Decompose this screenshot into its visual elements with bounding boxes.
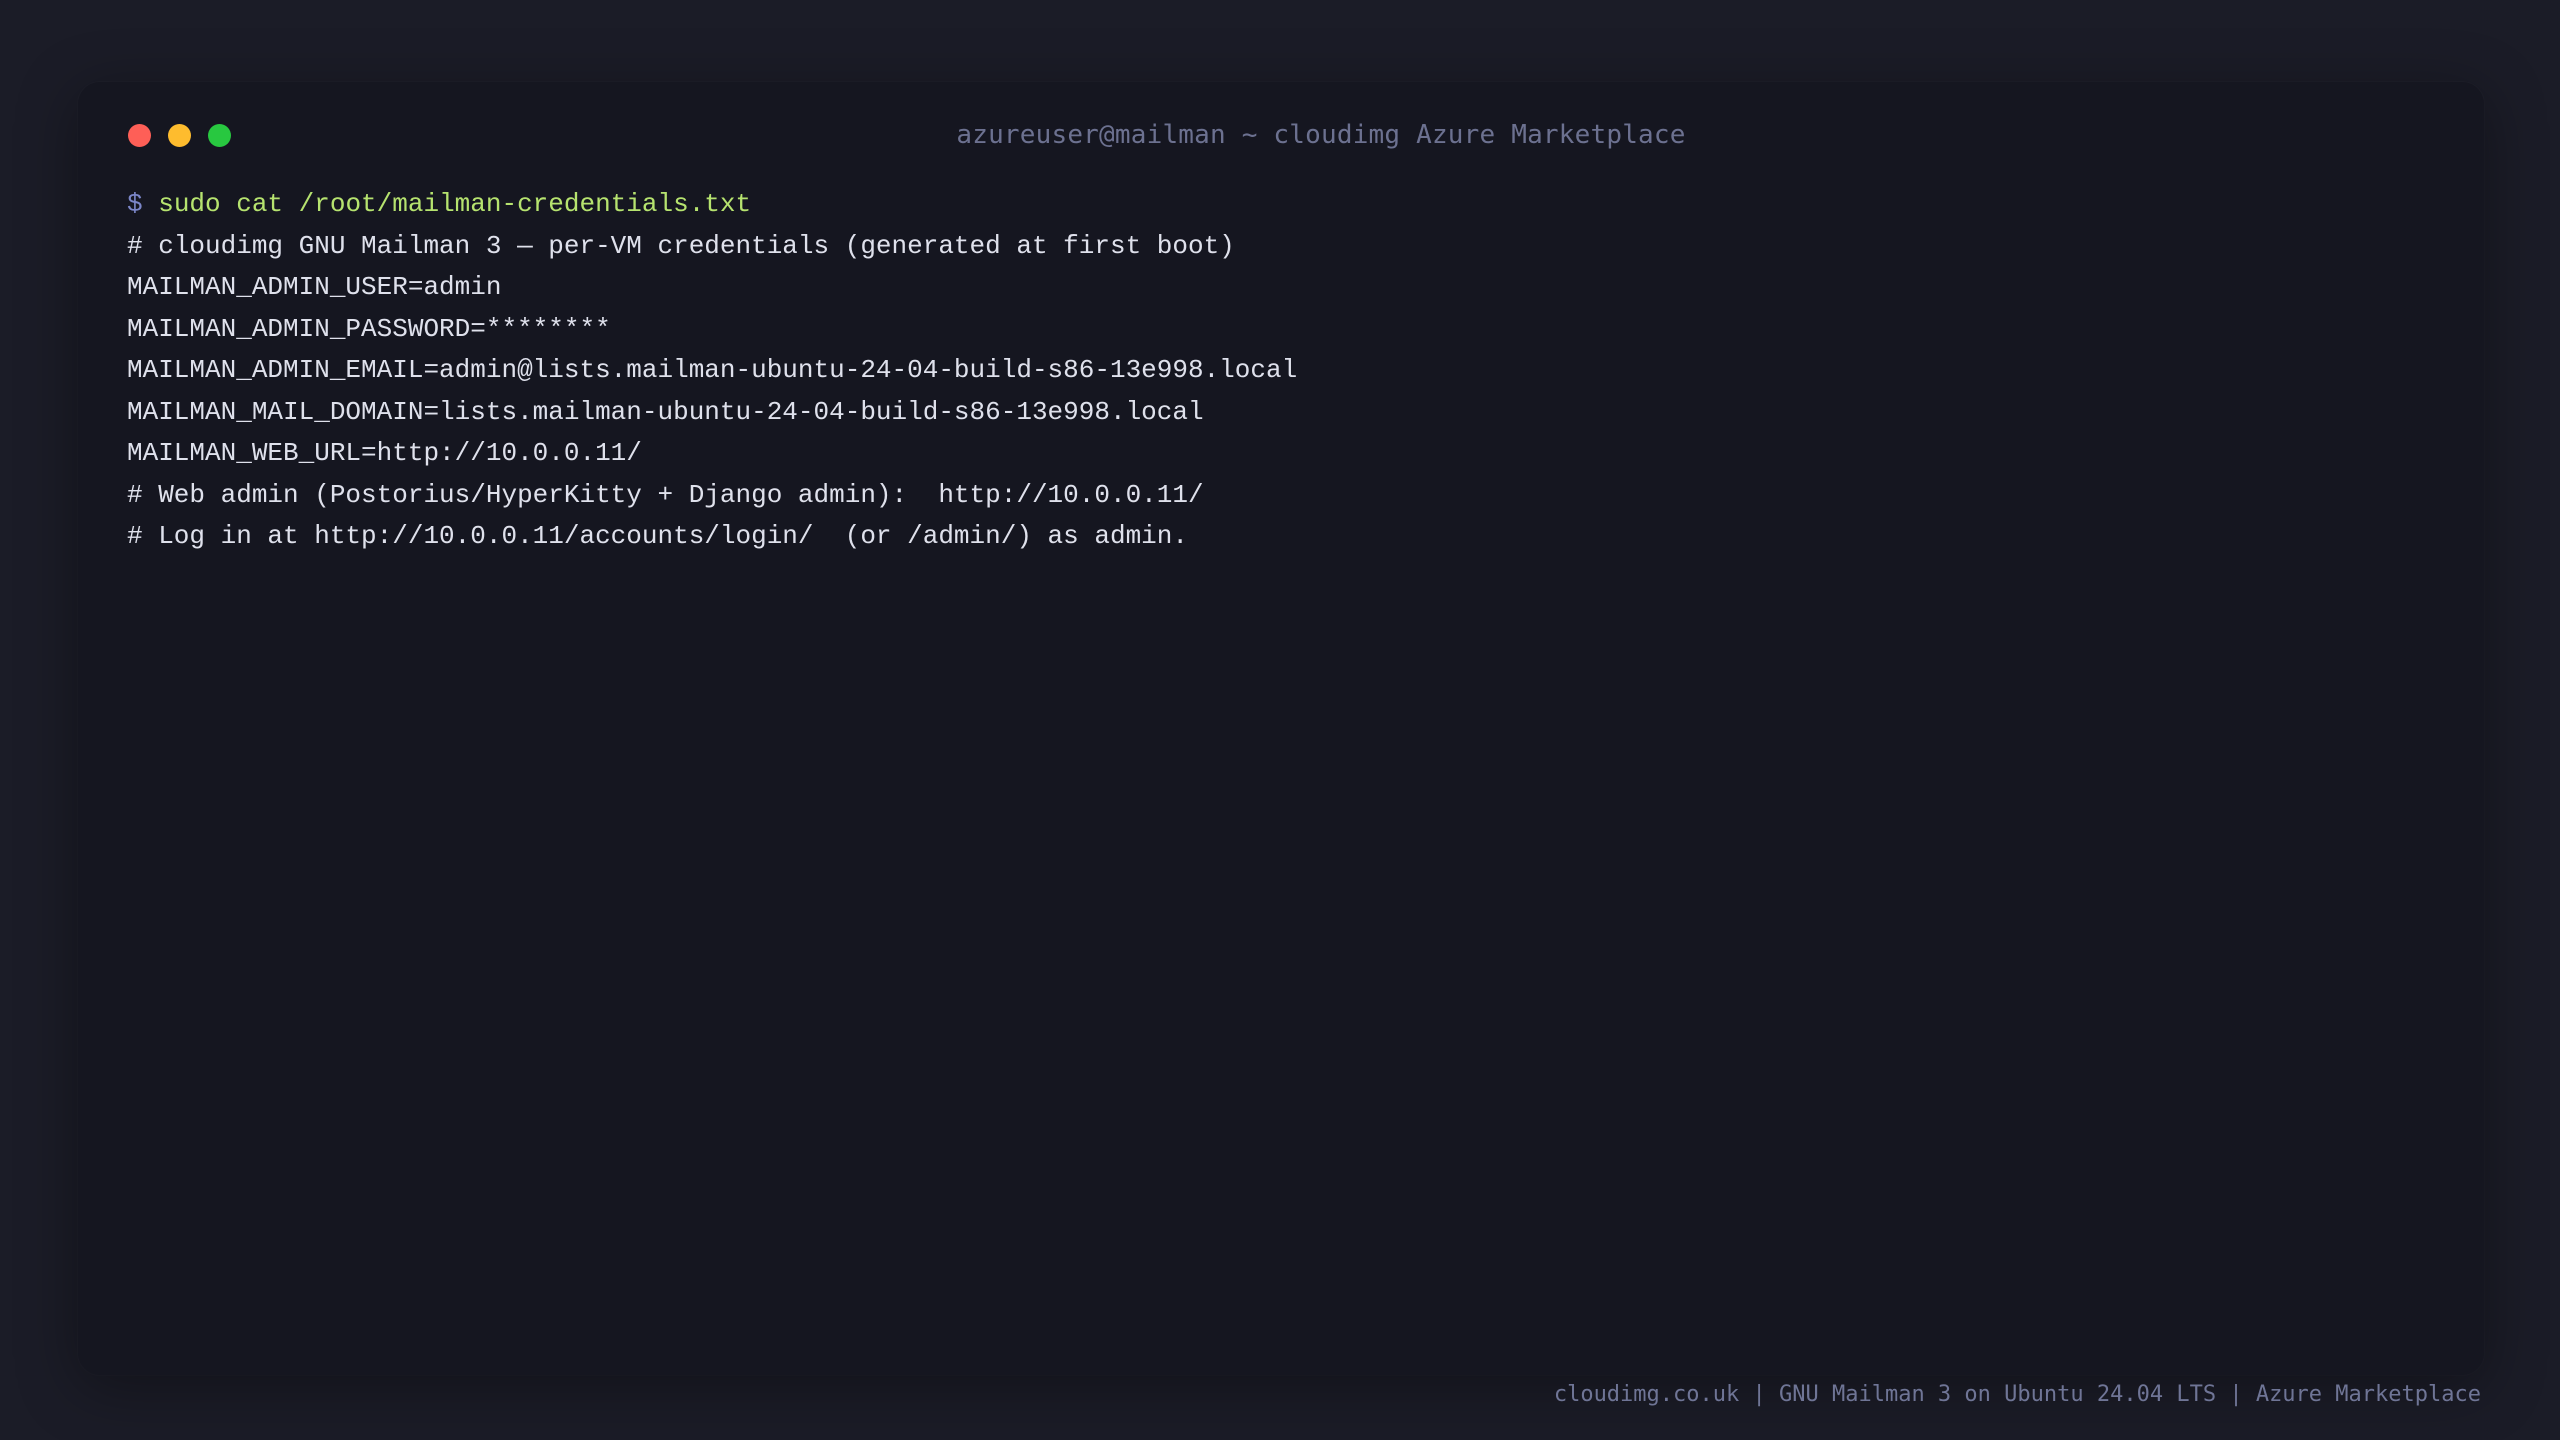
command-line: $ sudo cat /root/mailman-credentials.txt: [127, 184, 2444, 226]
output-line: # cloudimg GNU Mailman 3 — per-VM creden…: [127, 230, 1235, 261]
output-line: # Web admin (Postorius/HyperKitty + Djan…: [127, 479, 1204, 510]
output-line: MAILMAN_ADMIN_USER=admin: [127, 272, 502, 302]
shell-prompt: $: [127, 189, 143, 219]
footer-caption: cloudimg.co.uk | GNU Mailman 3 on Ubuntu…: [1553, 1382, 2481, 1407]
window-title: azureuser@mailman ~ cloudimg Azure Marke…: [956, 120, 1686, 150]
output-line: MAILMAN_WEB_URL=http://10.0.0.11/: [127, 438, 642, 468]
output-line: # Log in at http://10.0.0.11/accounts/lo…: [127, 521, 1188, 551]
output-line: MAILMAN_ADMIN_EMAIL=admin@lists.mailman-…: [127, 355, 1298, 385]
output-line: MAILMAN_ADMIN_PASSWORD=********: [127, 313, 611, 344]
title-bar: azureuser@mailman ~ cloudimg Azure Marke…: [78, 82, 2484, 190]
terminal-window: azureuser@mailman ~ cloudimg Azure Marke…: [78, 82, 2484, 1375]
output-line: MAILMAN_MAIL_DOMAIN=lists.mailman-ubuntu…: [127, 396, 1204, 427]
shell-command: sudo cat /root/mailman-credentials.txt: [158, 189, 752, 219]
terminal-output[interactable]: $ sudo cat /root/mailman-credentials.txt…: [127, 184, 2444, 558]
